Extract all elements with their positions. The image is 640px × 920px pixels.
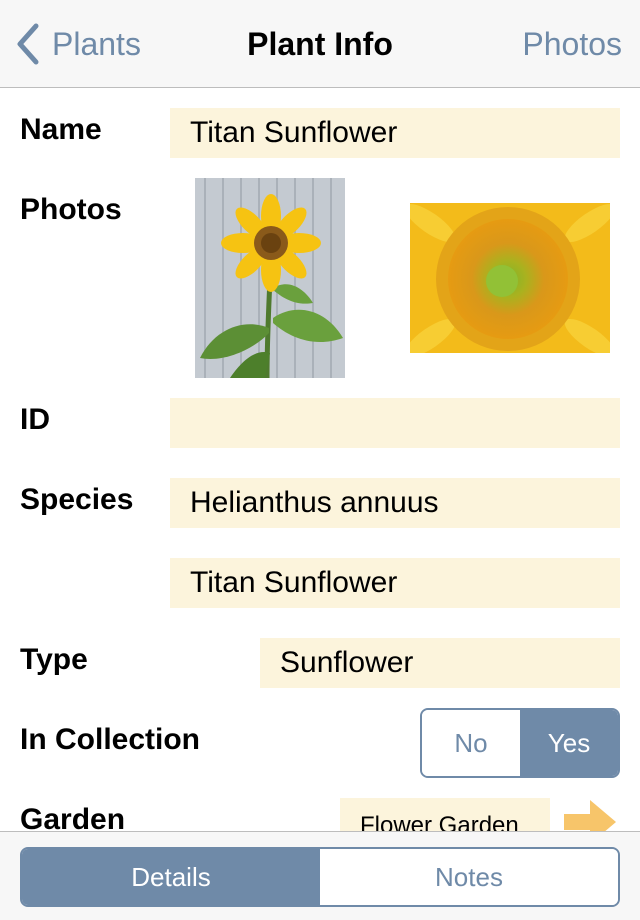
collection-no-option[interactable]: No (422, 710, 520, 776)
species-label: Species (20, 483, 134, 516)
id-field[interactable] (170, 398, 620, 448)
bottom-toolbar: Details Notes (0, 831, 640, 920)
name-label: Name (20, 113, 102, 146)
arrow-right-icon[interactable] (564, 800, 616, 831)
navigation-bar: Plants Plant Info Photos (0, 0, 640, 88)
sunflower-photo-image (195, 178, 345, 378)
plant-details-form: Name Titan Sunflower Photos ID Species H… (0, 89, 640, 831)
photos-button[interactable]: Photos (522, 22, 622, 66)
id-label: ID (20, 403, 50, 436)
garden-field[interactable]: Flower Garden (340, 798, 550, 831)
collection-yes-option[interactable]: Yes (520, 710, 618, 776)
in-collection-label: In Collection (20, 723, 200, 756)
common-name-field[interactable]: Titan Sunflower (170, 558, 620, 608)
type-label: Type (20, 643, 88, 676)
photos-label: Photos (20, 193, 122, 226)
garden-label: Garden (20, 803, 126, 831)
sunflower-closeup-image (410, 203, 610, 353)
tab-notes[interactable]: Notes (320, 849, 618, 905)
type-field[interactable]: Sunflower (260, 638, 620, 688)
name-field[interactable]: Titan Sunflower (170, 108, 620, 158)
species-field[interactable]: Helianthus annuus (170, 478, 620, 528)
plant-photo-1[interactable] (195, 178, 345, 378)
details-notes-segmented-control: Details Notes (20, 847, 620, 907)
in-collection-toggle: No Yes (420, 708, 620, 778)
plant-photo-2[interactable] (410, 203, 610, 353)
tab-details[interactable]: Details (22, 849, 320, 905)
